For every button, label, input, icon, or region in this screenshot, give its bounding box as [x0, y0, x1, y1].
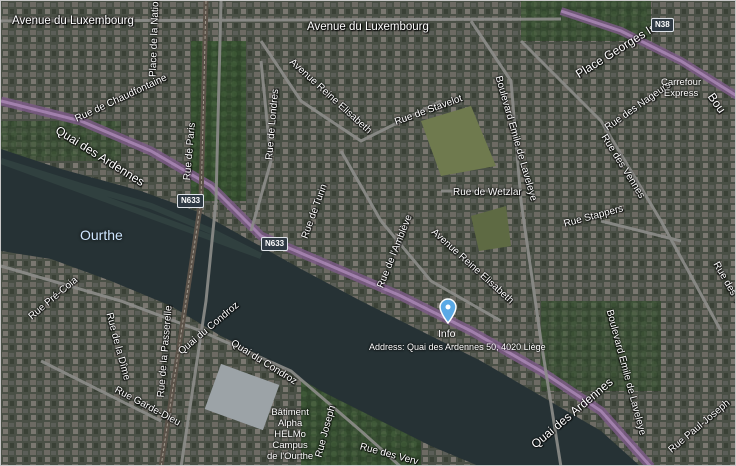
- poi-batiment-alpha[interactable]: Bâtiment Alpha HELMo Campus de l'Ourthe: [267, 407, 313, 462]
- location-pin[interactable]: [437, 298, 459, 325]
- street-label: Avenue du Luxembourg: [12, 15, 134, 27]
- map-pin-icon: [439, 298, 457, 325]
- street-label: Rue de Wetzlar: [453, 187, 522, 198]
- pin-title: Info: [438, 328, 456, 340]
- route-shield: N633: [261, 237, 289, 251]
- route-shield: N38: [651, 18, 674, 32]
- map-view[interactable]: Ourthe Avenue du Luxembourg Avenue du Lu…: [0, 0, 736, 466]
- street-label: Avenue du Luxembourg: [307, 21, 429, 33]
- pin-address: Address: Quai des Ardennes 50, 4020 Lièg…: [369, 342, 546, 352]
- route-shield: N633: [177, 194, 205, 208]
- river-label: Ourthe: [80, 227, 123, 243]
- poi-carrefour-express[interactable]: Carrefour Express: [661, 77, 701, 99]
